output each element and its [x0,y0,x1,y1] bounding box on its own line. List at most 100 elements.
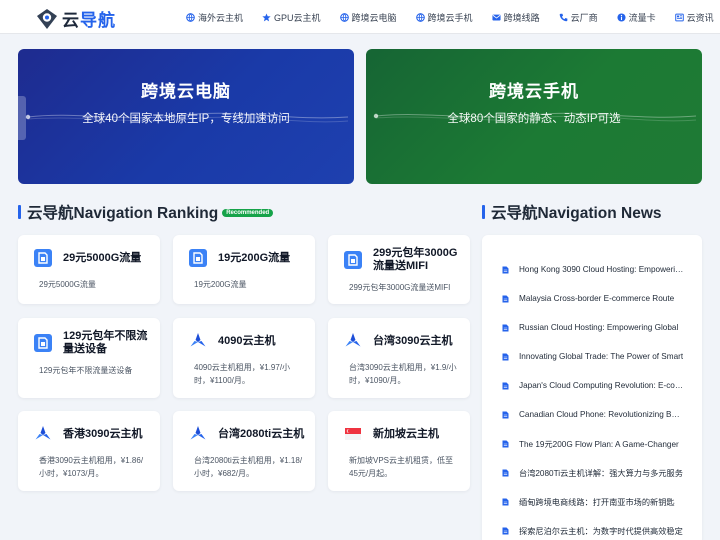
news-item[interactable]: Japan's Cloud Computing Revolution: E-co… [502,371,684,400]
document-icon [502,498,509,505]
product-name: 129元包年不限流量送设备 [63,330,148,355]
phone-icon [559,13,567,21]
nav-label: 跨境云手机 [427,12,473,23]
banner-cloud-pc[interactable]: 跨境云电脑 全球40个国家本地原生IP，专线加速访问 [18,49,354,184]
product-name: 4090云主机 [218,334,276,347]
news-item[interactable]: Hong Kong 3090 Cloud Hosting: Empowering [502,255,684,284]
nav-item-cloud-pc[interactable]: 跨境云电脑 [339,11,397,24]
star-icon [262,12,271,21]
document-icon [502,353,509,360]
title-accent-bar [18,205,21,219]
info-icon [617,12,626,22]
news-title: Japan's Cloud Computing Revolution: E-co… [519,381,684,390]
document-icon [502,440,509,447]
globe-icon [186,12,195,22]
nav-item-data-card[interactable]: 流量卡 [617,11,656,24]
nav-label: GPU云主机 [274,12,321,23]
product-card[interactable]: 19元200G流量 19元200G流量 [173,235,315,304]
product-description: 19元200G流量 [194,280,247,289]
nav-item-gpu-host[interactable]: GPU云主机 [262,11,321,24]
banner-title: 跨境云电脑 [141,82,231,101]
product-card[interactable]: 129元包年不限流量送设备 129元包年不限流量送设备 [18,318,160,398]
news-title-text: 云导航Navigation News [491,205,662,222]
news-title: 探索尼泊尔云主机：为数字时代提供高效稳定 [519,526,683,536]
nav-item-cloud-vendor[interactable]: 云厂商 [559,11,598,24]
nav-label: 跨境线路 [503,12,540,23]
product-description: 129元包年不限流量送设备 [39,366,133,375]
sim-card-icon [34,249,52,267]
cloud-brand-icon [344,332,362,350]
news-item[interactable]: 探索尼泊尔云主机：为数字时代提供高效稳定 [502,516,684,540]
logo-text: 云导航 [62,11,116,30]
news-title: Canadian Cloud Phone: Revolutionizing Bu… [519,410,684,419]
nav-label: 跨境云电脑 [351,12,397,23]
product-name: 299元包年3000G流量送MIFI [373,247,458,272]
news-item[interactable]: Innovating Global Trade: The Power of Sm… [502,342,684,371]
news-item[interactable]: Russian Cloud Hosting: Empowering Global [502,313,684,342]
product-name: 新加坡云主机 [373,427,439,440]
product-name: 香港3090云主机 [63,427,143,440]
sim-card-icon [34,334,52,352]
product-description: 4090云主机租用，¥1.97/小时，¥1100/月。 [194,363,291,385]
nav-item-cloud-phone[interactable]: 跨境云手机 [415,11,473,24]
newspaper-icon [674,13,684,21]
nav-label: 云厂商 [570,12,598,23]
product-card[interactable]: 新加坡云主机 新加坡VPS云主机租赁，低至45元/月起。 [328,411,470,491]
product-name: 29元5000G流量 [63,251,142,264]
news-section-title: 云导航Navigation News [482,201,662,223]
news-title: Innovating Global Trade: The Power of Sm… [519,352,684,361]
singapore-flag-icon [344,425,362,443]
news-title: 缅甸跨境电商线路：打开南亚市场的新钥匙 [519,497,675,507]
nav-label: 云资讯 [686,12,714,23]
logo-icon [36,8,58,30]
product-description: 台湾3090云主机租用，¥1.9/小时，¥1090/月。 [349,363,457,385]
news-item[interactable]: Canadian Cloud Phone: Revolutionizing Bu… [502,400,684,429]
nav-item-cloud-news[interactable]: 云资讯 [674,11,714,24]
sim-card-icon [189,249,207,267]
top-header: 云导航 海外云主机 GPU云主机 跨境云电脑 跨境云手机 跨境线路 云厂商 流量… [0,0,720,34]
news-item[interactable]: 缅甸跨境电商线路：打开南亚市场的新钥匙 [502,487,684,516]
product-description: 香港3090云主机租用，¥1.86/小时，¥1073/月。 [39,456,144,478]
news-title: Hong Kong 3090 Cloud Hosting: Empowering [519,265,684,274]
banner-subtitle: 全球80个国家的静态、动态IP可选 [447,113,621,125]
document-icon [502,382,509,389]
cloud-brand-icon [34,425,52,443]
site-logo[interactable]: 云导航 [36,6,116,31]
news-list: Hong Kong 3090 Cloud Hosting: Empowering… [502,255,684,540]
product-description: 29元5000G流量 [39,280,96,289]
nav-item-overseas-host[interactable]: 海外云主机 [186,11,243,24]
product-description: 新加坡VPS云主机租赁，低至45元/月起。 [349,456,454,478]
product-name: 台湾2080ti云主机 [218,427,305,440]
banner-subtitle: 全球40个国家本地原生IP，专线加速访问 [82,113,290,125]
product-card[interactable]: 香港3090云主机 香港3090云主机租用，¥1.86/小时，¥1073/月。 [18,411,160,491]
product-card[interactable]: 台湾3090云主机 台湾3090云主机租用，¥1.9/小时，¥1090/月。 [328,318,470,398]
nav-label: 海外云主机 [198,12,244,23]
product-name: 19元200G流量 [218,251,291,264]
mail-icon [492,14,501,21]
product-description: 台湾2080ti云主机租用，¥1.18/小时，¥682/月。 [194,456,303,478]
globe-icon [415,12,425,22]
main-nav: 海外云主机 GPU云主机 跨境云电脑 跨境云手机 跨境线路 云厂商 流量卡 云资… [186,0,720,34]
document-icon [502,295,509,302]
recommended-badge: Recommended [222,209,274,217]
banner-title: 跨境云手机 [489,82,579,101]
document-icon [502,411,509,418]
product-card[interactable]: 4090云主机 4090云主机租用，¥1.97/小时，¥1100/月。 [173,318,315,398]
product-card[interactable]: 29元5000G流量 29元5000G流量 [18,235,160,304]
product-card[interactable]: 299元包年3000G流量送MIFI 299元包年3000G流量送MIFI [328,235,470,304]
product-card[interactable]: 台湾2080ti云主机 台湾2080ti云主机租用，¥1.18/小时，¥682/… [173,411,315,491]
document-icon [502,266,509,273]
news-item[interactable]: Malaysia Cross-border E-commerce Route [502,284,684,313]
banner-cloud-phone[interactable]: 跨境云手机 全球80个国家的静态、动态IP可选 [366,49,702,184]
product-description: 299元包年3000G流量送MIFI [349,283,451,292]
news-title: 台湾2080Ti云主机详解：强大算力与多元服务 [519,468,683,478]
cloud-brand-icon [189,332,207,350]
news-item[interactable]: 台湾2080Ti云主机详解：强大算力与多元服务 [502,458,684,487]
cloud-brand-icon [189,425,207,443]
product-name: 台湾3090云主机 [373,334,453,347]
news-item[interactable]: The 19元200G Flow Plan: A Game-Changer [502,429,684,458]
sim-card-icon [344,251,362,269]
news-title: Malaysia Cross-border E-commerce Route [519,294,675,303]
document-icon [502,324,509,331]
nav-item-cross-border-line[interactable]: 跨境线路 [492,11,540,24]
